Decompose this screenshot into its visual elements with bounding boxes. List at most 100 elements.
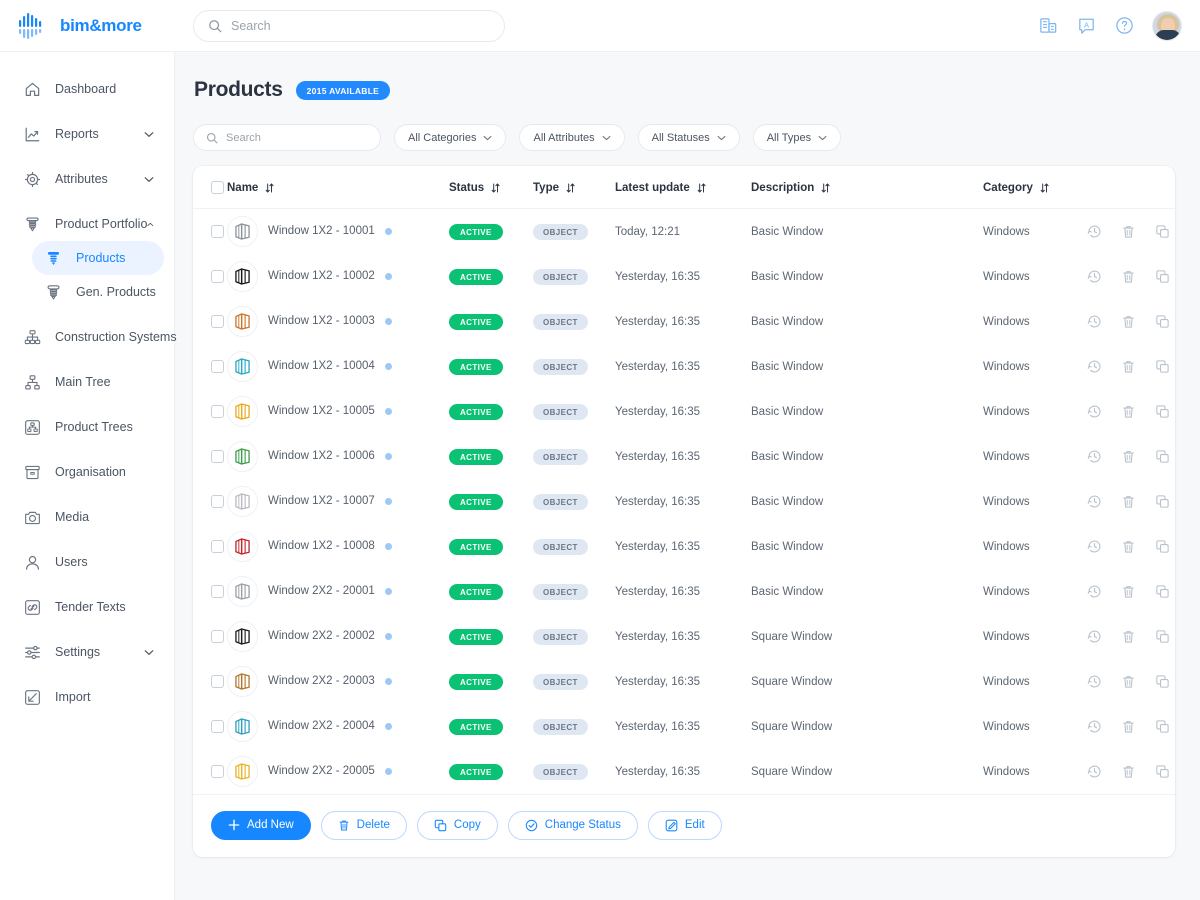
table-row[interactable]: Window 2X2 - 20003 ACTIVE OBJECT Yesterday,… (193, 659, 1175, 704)
history-clock-icon[interactable] (1087, 404, 1102, 419)
history-clock-icon[interactable] (1087, 269, 1102, 284)
sidebar-item-reports[interactable]: Reports (10, 117, 164, 151)
history-clock-icon[interactable] (1087, 584, 1102, 599)
sidebar-item-main-tree[interactable]: Main Tree (10, 365, 164, 399)
copy-icon[interactable] (1155, 719, 1170, 734)
trash-icon[interactable] (1121, 584, 1136, 599)
table-row[interactable]: Window 1X2 - 10007 ACTIVE OBJECT Yesterday,… (193, 479, 1175, 524)
copy-icon[interactable] (1155, 269, 1170, 284)
copy-button[interactable]: Copy (416, 810, 498, 840)
history-clock-icon[interactable] (1087, 719, 1102, 734)
row-checkbox[interactable] (211, 269, 224, 283)
sidebar-item-media[interactable]: Media (10, 500, 164, 534)
row-checkbox[interactable] (211, 539, 224, 553)
copy-icon[interactable] (1155, 674, 1170, 689)
sidebar-item-settings[interactable]: Settings (10, 635, 164, 669)
column-header-description[interactable]: Description (751, 166, 983, 209)
history-clock-icon[interactable] (1087, 314, 1102, 329)
history-clock-icon[interactable] (1087, 449, 1102, 464)
sidebar-item-dashboard[interactable]: Dashboard (10, 72, 164, 106)
sidebar-item-organisation[interactable]: Organisation (10, 455, 164, 489)
trash-icon[interactable] (1121, 764, 1136, 779)
table-row[interactable]: Window 1X2 - 10005 ACTIVE OBJECT Yesterday,… (193, 389, 1175, 434)
global-search-input[interactable]: Search (193, 9, 505, 42)
column-header-category[interactable]: Category (983, 166, 1087, 209)
row-checkbox[interactable] (211, 404, 224, 418)
chevron-down-icon[interactable] (144, 131, 154, 138)
sidebar-item-product-trees[interactable]: Product Trees (10, 410, 164, 444)
trash-icon[interactable] (1121, 224, 1136, 239)
table-row[interactable]: Window 1X2 - 10008 ACTIVE OBJECT Yesterday,… (193, 524, 1175, 569)
column-header-name[interactable]: Name (227, 166, 449, 209)
history-clock-icon[interactable] (1087, 539, 1102, 554)
trash-icon[interactable] (1121, 674, 1136, 689)
sidebar-item-product-portfolio[interactable]: Product Portfolio (10, 207, 164, 241)
trash-icon[interactable] (1121, 359, 1136, 374)
trash-icon[interactable] (1121, 494, 1136, 509)
table-row[interactable]: Window 2X2 - 20004 ACTIVE OBJECT Yesterday,… (193, 704, 1175, 749)
sidebar-item-attributes[interactable]: Attributes (10, 162, 164, 196)
column-header-status[interactable]: Status (449, 166, 533, 209)
table-row[interactable]: Window 2X2 - 20005 ACTIVE OBJECT Yesterday,… (193, 749, 1175, 794)
history-clock-icon[interactable] (1087, 224, 1102, 239)
row-checkbox[interactable] (211, 764, 224, 778)
trash-icon[interactable] (1121, 539, 1136, 554)
sidebar-item-gen-products[interactable]: Gen. Products (32, 275, 164, 309)
filter-all-statuses[interactable]: All Statuses (637, 124, 740, 151)
filter-all-categories[interactable]: All Categories (394, 124, 507, 151)
select-all-checkbox[interactable] (211, 181, 224, 194)
row-checkbox[interactable] (211, 494, 224, 508)
chevron-up-icon[interactable] (147, 221, 154, 228)
sidebar-item-products[interactable]: Products (32, 241, 164, 275)
copy-icon[interactable] (1155, 764, 1170, 779)
sidebar-item-construction-systems[interactable]: Construction Systems (10, 320, 177, 354)
copy-icon[interactable] (1155, 224, 1170, 239)
row-checkbox[interactable] (211, 629, 224, 643)
history-clock-icon[interactable] (1087, 494, 1102, 509)
filter-all-types[interactable]: All Types (752, 124, 842, 151)
column-header-latest-update[interactable]: Latest update (615, 166, 751, 209)
sidebar-item-import[interactable]: Import (10, 680, 164, 714)
copy-icon[interactable] (1155, 404, 1170, 419)
trash-icon[interactable] (1121, 629, 1136, 644)
help-circle-icon[interactable] (1114, 15, 1135, 36)
sidebar-item-users[interactable]: Users (10, 545, 164, 579)
change-status-button[interactable]: Change Status (507, 810, 638, 840)
row-checkbox[interactable] (211, 449, 224, 463)
copy-icon[interactable] (1155, 539, 1170, 554)
edit-button[interactable]: Edit (647, 810, 722, 840)
trash-icon[interactable] (1121, 314, 1136, 329)
table-row[interactable]: Window 1X2 - 10001 ACTIVE OBJECT Today, 12:… (193, 209, 1175, 254)
filter-all-attributes[interactable]: All Attributes (519, 124, 625, 151)
table-row[interactable]: Window 1X2 - 10006 ACTIVE OBJECT Yesterday,… (193, 434, 1175, 479)
copy-icon[interactable] (1155, 314, 1170, 329)
language-translate-icon[interactable]: A (1076, 15, 1097, 36)
copy-icon[interactable] (1155, 449, 1170, 464)
copy-icon[interactable] (1155, 494, 1170, 509)
app-logo[interactable]: bim&more (0, 12, 175, 40)
history-clock-icon[interactable] (1087, 674, 1102, 689)
trash-icon[interactable] (1121, 404, 1136, 419)
delete-button[interactable]: Delete (320, 810, 407, 840)
chevron-down-icon[interactable] (144, 176, 154, 183)
column-header-type[interactable]: Type (533, 166, 615, 209)
user-avatar[interactable] (1152, 10, 1182, 41)
table-row[interactable]: Window 1X2 - 10004 ACTIVE OBJECT Yesterday,… (193, 344, 1175, 389)
table-row[interactable]: Window 2X2 - 20002 ACTIVE OBJECT Yesterday,… (193, 614, 1175, 659)
row-checkbox[interactable] (211, 584, 224, 598)
copy-icon[interactable] (1155, 584, 1170, 599)
chevron-down-icon[interactable] (144, 649, 154, 656)
history-clock-icon[interactable] (1087, 629, 1102, 644)
row-checkbox[interactable] (211, 674, 224, 688)
add-new-button[interactable]: Add New (211, 810, 311, 840)
table-row[interactable]: Window 2X2 - 20001 ACTIVE OBJECT Yesterday,… (193, 569, 1175, 614)
table-row[interactable]: Window 1X2 - 10003 ACTIVE OBJECT Yesterday,… (193, 299, 1175, 344)
table-search-input[interactable]: Search (193, 124, 381, 151)
history-clock-icon[interactable] (1087, 359, 1102, 374)
row-checkbox[interactable] (211, 359, 224, 373)
row-checkbox[interactable] (211, 314, 224, 328)
copy-icon[interactable] (1155, 629, 1170, 644)
trash-icon[interactable] (1121, 719, 1136, 734)
history-clock-icon[interactable] (1087, 764, 1102, 779)
sidebar-item-tender-texts[interactable]: Tender Texts (10, 590, 164, 624)
